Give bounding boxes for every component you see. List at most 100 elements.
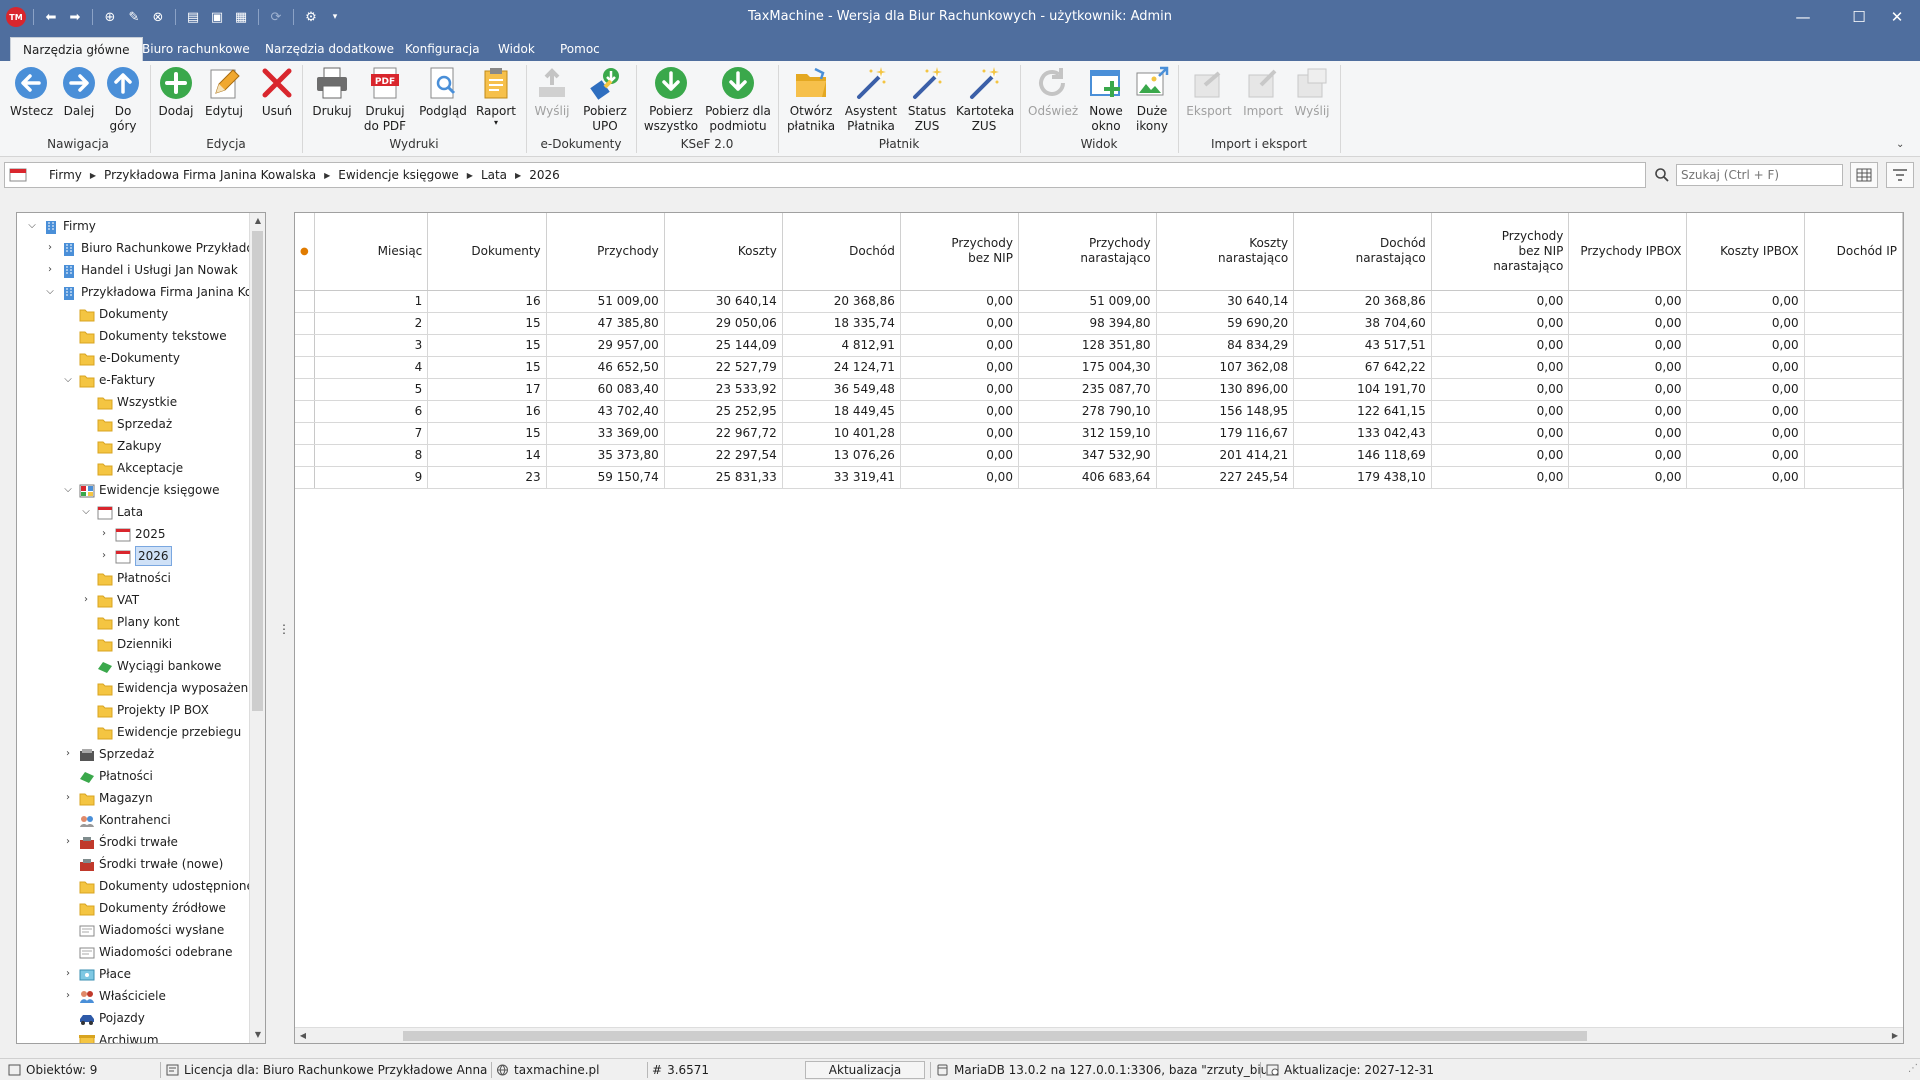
tree-item[interactable]: › Magazyn: [61, 787, 153, 809]
import-button[interactable]: Import: [1240, 65, 1286, 119]
table-cell[interactable]: [1804, 334, 1903, 357]
crumb-firma[interactable]: Przykładowa Firma Janina Kowalska: [96, 168, 324, 182]
table-cell[interactable]: 0,00: [1686, 422, 1805, 445]
refresh-button[interactable]: Odśwież: [1028, 65, 1078, 119]
status-zus-button[interactable]: Status ZUS: [904, 65, 950, 134]
print-icon[interactable]: ▤: [183, 7, 203, 27]
tree-item[interactable]: Zakupy: [79, 435, 161, 457]
table-cell[interactable]: 4 812,91: [782, 334, 901, 357]
edit-button[interactable]: Edytuj: [202, 65, 246, 119]
table-cell[interactable]: 9: [314, 466, 429, 489]
large-icons-button[interactable]: Duże ikony: [1130, 65, 1174, 134]
table-cell[interactable]: 33 369,00: [546, 422, 665, 445]
table-cell[interactable]: 0,00: [900, 466, 1019, 489]
tree-item[interactable]: Płatności: [79, 567, 171, 589]
table-cell[interactable]: 6: [314, 400, 429, 423]
table-cell[interactable]: 0,00: [1431, 466, 1570, 489]
table-cell[interactable]: 23 533,92: [664, 378, 783, 401]
tree-item[interactable]: Plany kont: [79, 611, 180, 633]
tab-pomoc[interactable]: Pomoc: [548, 37, 612, 61]
up-button[interactable]: Do góry: [104, 65, 142, 134]
send-button[interactable]: Wyślij: [1290, 65, 1334, 119]
tree-item[interactable]: › Biuro Rachunkowe Przykładowe Anna Wiśni…: [43, 237, 265, 259]
report-button[interactable]: Raport ▾: [474, 65, 518, 127]
kartoteka-zus-button[interactable]: Kartoteka ZUS: [956, 65, 1014, 134]
table-cell[interactable]: 18 335,74: [782, 312, 901, 335]
table-cell[interactable]: 15: [427, 422, 547, 445]
table-cell[interactable]: 0,00: [900, 444, 1019, 467]
table-cell[interactable]: 24 124,71: [782, 356, 901, 379]
table-cell[interactable]: 22 297,54: [664, 444, 783, 467]
table-cell[interactable]: 2: [314, 312, 429, 335]
expand-icon[interactable]: ›: [61, 963, 75, 985]
open-platnik-button[interactable]: Otwórz płatnika: [786, 65, 836, 134]
add-icon[interactable]: ⊕: [100, 7, 120, 27]
forward-button[interactable]: Dalej: [58, 65, 100, 119]
table-row[interactable]: 8 14 35 373,80 22 297,54 13 076,26 0,00 347 53…: [295, 444, 1903, 467]
table-cell[interactable]: 0,00: [1686, 466, 1805, 489]
tree-item[interactable]: Płatności: [61, 765, 153, 787]
collapse-icon[interactable]: ⌵: [25, 215, 39, 237]
table-row[interactable]: 5 17 60 083,40 23 533,92 36 549,48 0,00 235 08…: [295, 378, 1903, 401]
table-cell[interactable]: 22 967,72: [664, 422, 783, 445]
table-cell[interactable]: 133 042,43: [1293, 422, 1432, 445]
table-cell[interactable]: 25 831,33: [664, 466, 783, 489]
table-cell[interactable]: 47 385,80: [546, 312, 665, 335]
row-indicator[interactable]: [295, 334, 315, 357]
tree-item[interactable]: › Płace: [61, 963, 131, 985]
qat-dropdown-icon[interactable]: ▾: [325, 7, 345, 27]
table-cell[interactable]: 104 191,70: [1293, 378, 1432, 401]
table-cell[interactable]: 30 640,14: [1156, 290, 1295, 313]
column-header[interactable]: Dokumenty: [427, 213, 547, 291]
table-cell[interactable]: 59 150,74: [546, 466, 665, 489]
table-cell[interactable]: 0,00: [1686, 312, 1805, 335]
ribbon-collapse-icon[interactable]: ⌄: [1896, 139, 1904, 150]
table-cell[interactable]: 16: [427, 290, 547, 313]
table-cell[interactable]: 0,00: [1686, 356, 1805, 379]
table-cell[interactable]: 59 690,20: [1156, 312, 1295, 335]
tree-item[interactable]: › 2026: [97, 545, 172, 567]
row-indicator[interactable]: [295, 290, 315, 313]
tree-item[interactable]: Wiadomości odebrane: [61, 941, 233, 963]
tree-item[interactable]: ⌵ Firmy: [25, 215, 96, 237]
tree-item[interactable]: ⌵ Przykładowa Firma Janina Kowalska: [43, 281, 265, 303]
table-cell[interactable]: 3: [314, 334, 429, 357]
column-header[interactable]: Koszty: [664, 213, 783, 291]
table-cell[interactable]: 29 050,06: [664, 312, 783, 335]
assistant-platnik-button[interactable]: Asystent Płatnika: [844, 65, 898, 134]
column-header[interactable]: Przychody bez NIP: [900, 213, 1019, 291]
table-cell[interactable]: [1804, 444, 1903, 467]
table-cell[interactable]: 29 957,00: [546, 334, 665, 357]
preview-button[interactable]: Podgląd: [418, 65, 468, 119]
hscroll-thumb[interactable]: [403, 1031, 1587, 1041]
table-cell[interactable]: 43 517,51: [1293, 334, 1432, 357]
table-cell[interactable]: 146 118,69: [1293, 444, 1432, 467]
table-cell[interactable]: 0,00: [1568, 444, 1688, 467]
table-cell[interactable]: 33 319,41: [782, 466, 901, 489]
panel-splitter[interactable]: ⋮: [278, 622, 290, 636]
tree-item[interactable]: › Sprzedaż: [61, 743, 154, 765]
table-cell[interactable]: [1804, 312, 1903, 335]
expand-icon[interactable]: ›: [97, 545, 111, 567]
column-header[interactable]: Miesiąc: [314, 213, 429, 291]
table-cell[interactable]: 20 368,86: [1293, 290, 1432, 313]
table-cell[interactable]: 10 401,28: [782, 422, 901, 445]
table-cell[interactable]: [1804, 466, 1903, 489]
table-cell[interactable]: 156 148,95: [1156, 400, 1295, 423]
column-header[interactable]: Przychody IPBOX: [1568, 213, 1688, 291]
edit-icon[interactable]: ✎: [124, 7, 144, 27]
expand-icon[interactable]: ›: [61, 985, 75, 1007]
row-indicator[interactable]: [295, 400, 315, 423]
row-indicator[interactable]: [295, 422, 315, 445]
expand-icon[interactable]: ›: [79, 589, 93, 611]
crumb-lata[interactable]: Lata: [473, 168, 515, 182]
row-indicator[interactable]: [295, 356, 315, 379]
table-cell[interactable]: 0,00: [900, 312, 1019, 335]
table-cell[interactable]: 25 144,09: [664, 334, 783, 357]
column-header[interactable]: Dochód: [782, 213, 901, 291]
table-cell[interactable]: 0,00: [900, 400, 1019, 423]
table-cell[interactable]: 15: [427, 334, 547, 357]
tab-narzedzia-glowne[interactable]: Narzędzia główne: [10, 37, 143, 61]
table-cell[interactable]: 175 004,30: [1018, 356, 1157, 379]
new-window-button[interactable]: Nowe okno: [1084, 65, 1128, 134]
